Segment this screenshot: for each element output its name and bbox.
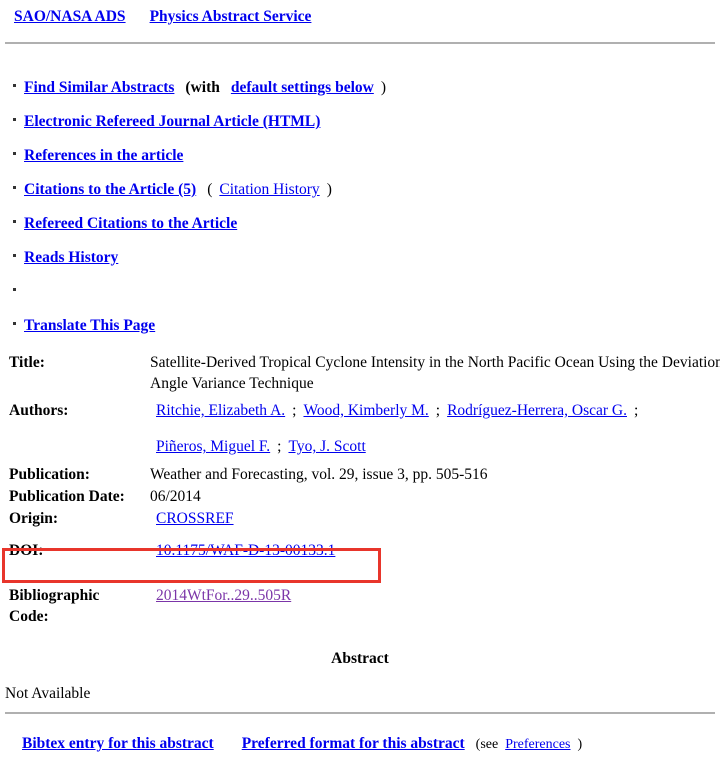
bullet-icon	[13, 220, 16, 223]
translate-this-page-link[interactable]: Translate This Page	[24, 317, 155, 334]
title-label: Title:	[9, 354, 45, 371]
metadata-row-authors: Authors: Ritchie, Elizabeth A.; Wood, Kim…	[0, 400, 720, 464]
author-link-rodriguez-herrera[interactable]: Rodríguez-Herrera, Oscar G.	[447, 402, 627, 419]
resource-link-list: Find Similar Abstracts (with default setti…	[0, 78, 720, 350]
electronic-refereed-journal-article-link[interactable]: Electronic Refereed Journal Article (HTM…	[24, 113, 320, 130]
list-item-citations-to-the-article[interactable]: Citations to the Article (5) ( Citation Hi…	[0, 180, 720, 214]
citation-history-prefix-text: (	[207, 181, 213, 198]
authors-label: Authors:	[9, 402, 69, 419]
metadata-row-publication: Publication: Weather and Forecasting, vo…	[0, 464, 720, 486]
citation-history-suffix-text: )	[326, 181, 332, 198]
preferences-prefix-text: (see	[475, 737, 499, 752]
bullet-icon	[13, 288, 16, 291]
author-separator: ;	[277, 438, 282, 455]
citations-to-the-article-link[interactable]: Citations to the Article (5)	[24, 181, 196, 198]
doi-label: DOI:	[9, 542, 44, 559]
list-item-translate-this-page[interactable]: Translate This Page	[0, 316, 720, 350]
author-separator: ;	[435, 402, 441, 419]
physics-abstract-service-link[interactable]: Physics Abstract Service	[150, 8, 312, 25]
preferences-suffix-text: )	[577, 737, 583, 752]
abstract-heading: Abstract	[331, 650, 389, 667]
metadata-row-title: Title: Satellite-Derived Tropical Cyclon…	[0, 352, 720, 400]
header-divider	[5, 42, 715, 44]
author-separator: ;	[292, 402, 297, 419]
sao-nasa-ads-link[interactable]: SAO/NASA ADS	[14, 8, 126, 25]
find-similar-prefix-text: (with	[185, 79, 220, 96]
preferences-link[interactable]: Preferences	[505, 737, 570, 752]
bullet-icon	[13, 186, 16, 189]
crossref-link[interactable]: CROSSREF	[156, 510, 234, 527]
authors-line-1: Ritchie, Elizabeth A.; Wood, Kimberly M.;…	[156, 400, 720, 421]
list-item-reads-history[interactable]: Reads History	[0, 248, 720, 282]
preferred-format-link[interactable]: Preferred format for this abstract	[242, 735, 465, 752]
author-separator: ;	[633, 402, 639, 419]
find-similar-abstracts-link[interactable]: Find Similar Abstracts	[24, 79, 174, 96]
bibtex-entry-link[interactable]: Bibtex entry for this abstract	[22, 735, 214, 752]
bibliographic-code-label: Bibliographic Code:	[9, 587, 100, 625]
footer-links: Bibtex entry for this abstract Preferred …	[0, 735, 720, 753]
metadata-row-publication-date: Publication Date: 06/2014	[0, 486, 720, 508]
origin-label: Origin:	[9, 510, 59, 527]
header-nav: SAO/NASA ADS Physics Abstract Service	[0, 8, 720, 36]
publication-value: Weather and Forecasting, vol. 29, issue …	[150, 466, 488, 483]
find-similar-suffix-text: )	[380, 79, 386, 96]
publication-date-value: 06/2014	[150, 488, 201, 505]
origin-value: CROSSREF	[156, 508, 720, 529]
bullet-icon	[13, 254, 16, 257]
default-settings-below-link[interactable]: default settings below	[231, 79, 374, 96]
bullet-icon	[13, 322, 16, 325]
abstract-body-text: Not Available	[5, 685, 91, 702]
bibliographic-code-value: 2014WtFor..29..505R	[156, 585, 720, 606]
list-item-find-similar-abstracts[interactable]: Find Similar Abstracts (with default setti…	[0, 78, 720, 112]
references-in-the-article-link[interactable]: References in the article	[24, 147, 183, 164]
author-link-ritchie[interactable]: Ritchie, Elizabeth A.	[156, 402, 285, 419]
record-metadata: Title: Satellite-Derived Tropical Cyclon…	[0, 352, 720, 635]
list-item-empty	[0, 282, 720, 316]
reads-history-link[interactable]: Reads History	[24, 249, 118, 266]
bullet-icon	[13, 152, 16, 155]
metadata-row-bibcode: Bibliographic Code: 2014WtFor..29..505R	[0, 585, 720, 635]
bullet-icon	[13, 84, 16, 87]
metadata-row-origin: Origin: CROSSREF	[0, 508, 720, 540]
bullet-icon	[13, 118, 16, 121]
metadata-row-doi: DOI: 10.1175/WAF-D-13-00133.1	[0, 540, 720, 585]
list-item-refereed-citations-to-the-article[interactable]: Refereed Citations to the Article	[0, 214, 720, 248]
citation-history-link[interactable]: Citation History	[219, 181, 319, 198]
author-link-pineros[interactable]: Piñeros, Miguel F.	[156, 438, 270, 455]
bibcode-link[interactable]: 2014WtFor..29..505R	[156, 587, 291, 604]
doi-link[interactable]: 10.1175/WAF-D-13-00133.1	[156, 542, 335, 559]
doi-value: 10.1175/WAF-D-13-00133.1	[156, 540, 720, 561]
footer-divider	[5, 712, 715, 714]
refereed-citations-to-the-article-link[interactable]: Refereed Citations to the Article	[24, 215, 237, 232]
author-link-wood[interactable]: Wood, Kimberly M.	[303, 402, 428, 419]
list-item-electronic-refereed-journal-article[interactable]: Electronic Refereed Journal Article (HTM…	[0, 112, 720, 146]
list-item-references-in-the-article[interactable]: References in the article	[0, 146, 720, 180]
authors-line-2: Piñeros, Miguel F.; Tyo, J. Scott	[156, 438, 366, 456]
publication-label: Publication:	[9, 466, 90, 483]
publication-date-label: Publication Date:	[9, 488, 125, 505]
author-link-tyo[interactable]: Tyo, J. Scott	[288, 438, 365, 455]
title-value: Satellite-Derived Tropical Cyclone Inten…	[150, 354, 720, 392]
